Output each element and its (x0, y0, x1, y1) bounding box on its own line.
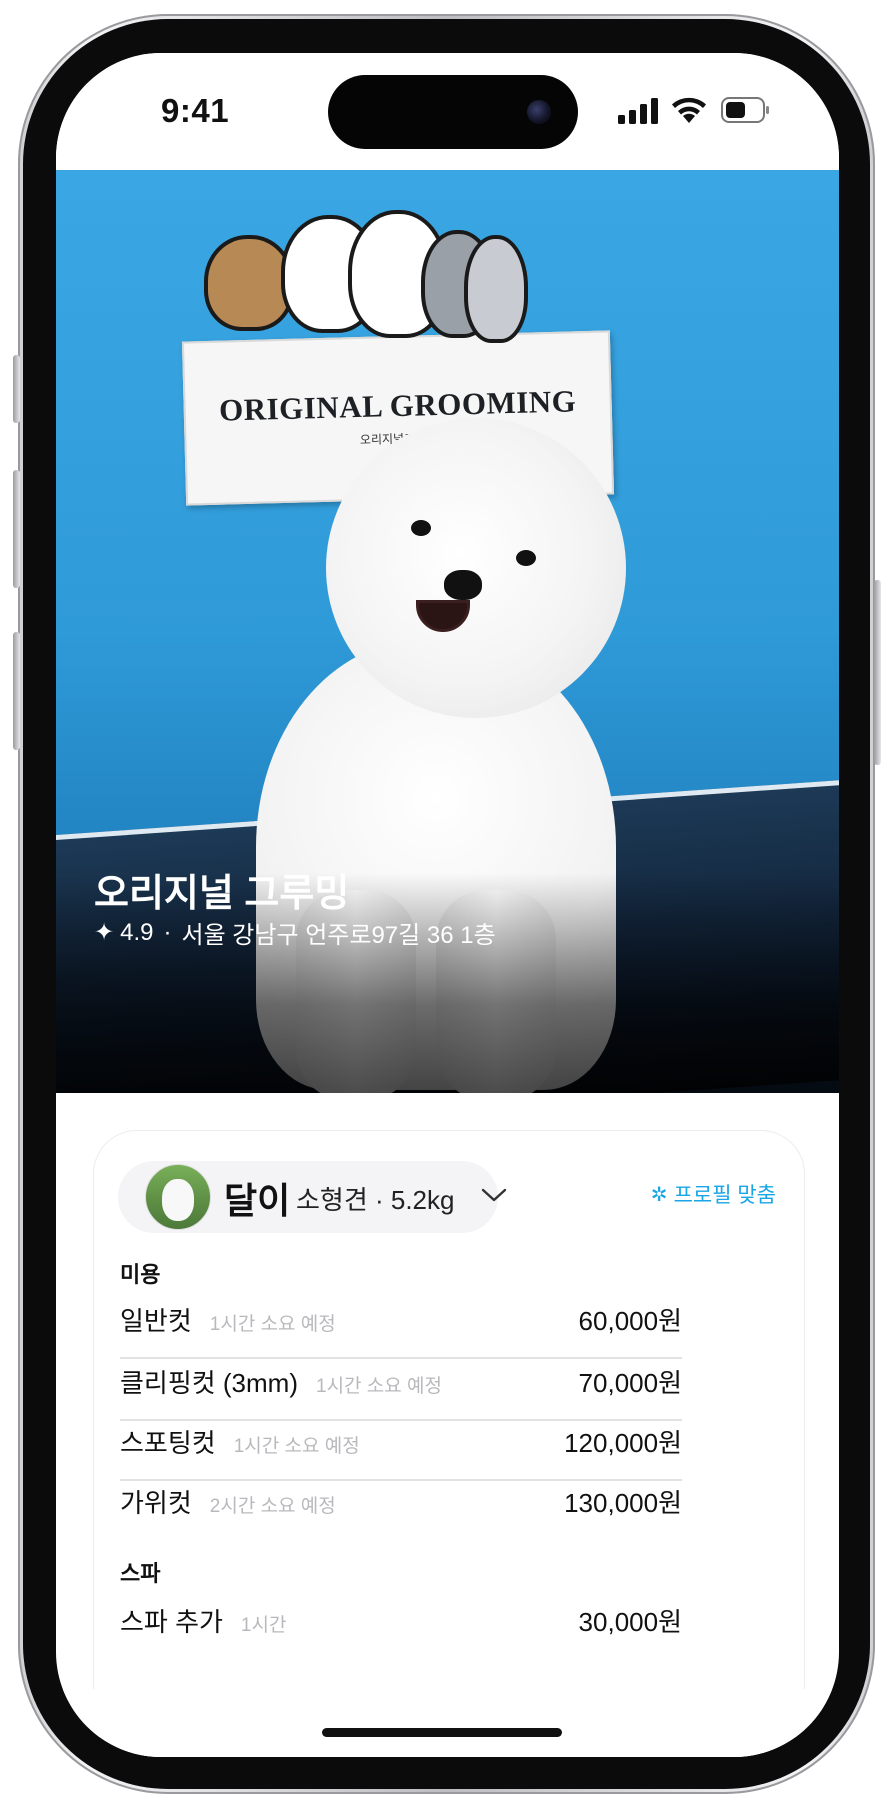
mascot-bedlington (464, 235, 528, 343)
dynamic-island (328, 75, 578, 149)
status-time: 9:41 (161, 92, 230, 129)
pet-avatar (145, 1164, 211, 1230)
shop-address: 서울 강남구 언주로97길 36 1층 (181, 922, 496, 949)
cellular-signal-icon (618, 98, 658, 124)
shop-meta: ✦ 4.9 · 서울 강남구 언주로97길 36 1층 (94, 915, 496, 950)
sparkle-icon: ✦ (94, 919, 115, 946)
service-row[interactable]: 일반컷 1시간 소요 예정 60,000원 (120, 1299, 682, 1359)
pet-info: 소형견 · 5.2kg (296, 1185, 455, 1215)
section-title-grooming: 미용 (120, 1262, 161, 1287)
price-card: 달이 소형견 · 5.2kg ✲ 프로필 맞춤 미용 일반컷 1시간 소요 예정 … (93, 1130, 805, 1757)
pet-selector[interactable]: 달이 소형견 · 5.2kg (118, 1161, 507, 1233)
row-divider (120, 1357, 682, 1359)
chevron-down-icon (481, 1188, 507, 1202)
action-button (13, 355, 20, 423)
service-price: 60,000원 (578, 1306, 682, 1336)
meta-separator: · (163, 918, 172, 946)
service-name: 스포팅컷 1시간 소요 예정 (120, 1428, 360, 1458)
section-title-spa: 스파 (120, 1561, 161, 1586)
dog-head (326, 418, 626, 718)
profile-match-link[interactable]: ✲ 프로필 맞춤 (651, 1179, 776, 1209)
camera-icon (527, 100, 551, 124)
shop-name: 오리지널 그루밍 (94, 873, 350, 915)
service-row[interactable]: 클리핑컷 (3mm) 1시간 소요 예정 70,000원 (120, 1361, 682, 1421)
battery-icon (721, 97, 769, 123)
status-bar: 9:41 (56, 53, 839, 170)
service-name: 일반컷 1시간 소요 예정 (120, 1306, 336, 1336)
power-button (874, 580, 881, 765)
dog-eye-left (411, 520, 431, 536)
dog-nose (444, 570, 482, 600)
service-name: 가위컷 2시간 소요 예정 (120, 1488, 336, 1518)
shop-rating: 4.9 (120, 918, 154, 946)
service-row[interactable]: 스포팅컷 1시간 소요 예정 120,000원 (120, 1421, 682, 1481)
service-duration: 1시간 (240, 1615, 287, 1636)
wifi-icon (672, 97, 706, 123)
service-row[interactable]: 가위컷 2시간 소요 예정 130,000원 (120, 1481, 682, 1541)
sign-title: ORIGINAL GROOMING (218, 383, 577, 428)
volume-down-button (13, 632, 20, 750)
volume-up-button (13, 470, 20, 588)
phone-screen: 9:41 ORIGINAL GROOMING 오리지널 그루밍 ✦ 4.9 · … (56, 53, 839, 1757)
profile-match-label: 프로필 맞춤 (673, 1184, 776, 1207)
service-duration: 2시간 소요 예정 (209, 1496, 336, 1517)
shop-hero-image: ORIGINAL GROOMING 오리지널그루밍 오리지널 그루밍 ✦ 4.9… (56, 170, 839, 1093)
service-duration: 1시간 소요 예정 (209, 1314, 336, 1335)
service-duration: 1시간 소요 예정 (233, 1436, 360, 1457)
dog-eye-right (516, 550, 536, 566)
service-price: 70,000원 (578, 1368, 682, 1398)
service-name: 스파 추가 1시간 (120, 1607, 287, 1637)
service-price: 30,000원 (578, 1607, 682, 1637)
service-price: 130,000원 (564, 1488, 682, 1518)
bottom-safe-area (56, 1689, 839, 1757)
service-row[interactable]: 스파 추가 1시간 30,000원 (120, 1600, 682, 1660)
pet-name: 달이 (224, 1180, 291, 1221)
asterisk-icon: ✲ (650, 1183, 668, 1206)
service-name: 클리핑컷 (3mm) 1시간 소요 예정 (120, 1368, 443, 1398)
home-indicator[interactable] (322, 1728, 562, 1737)
service-duration: 1시간 소요 예정 (316, 1376, 443, 1397)
service-price: 120,000원 (564, 1428, 682, 1458)
